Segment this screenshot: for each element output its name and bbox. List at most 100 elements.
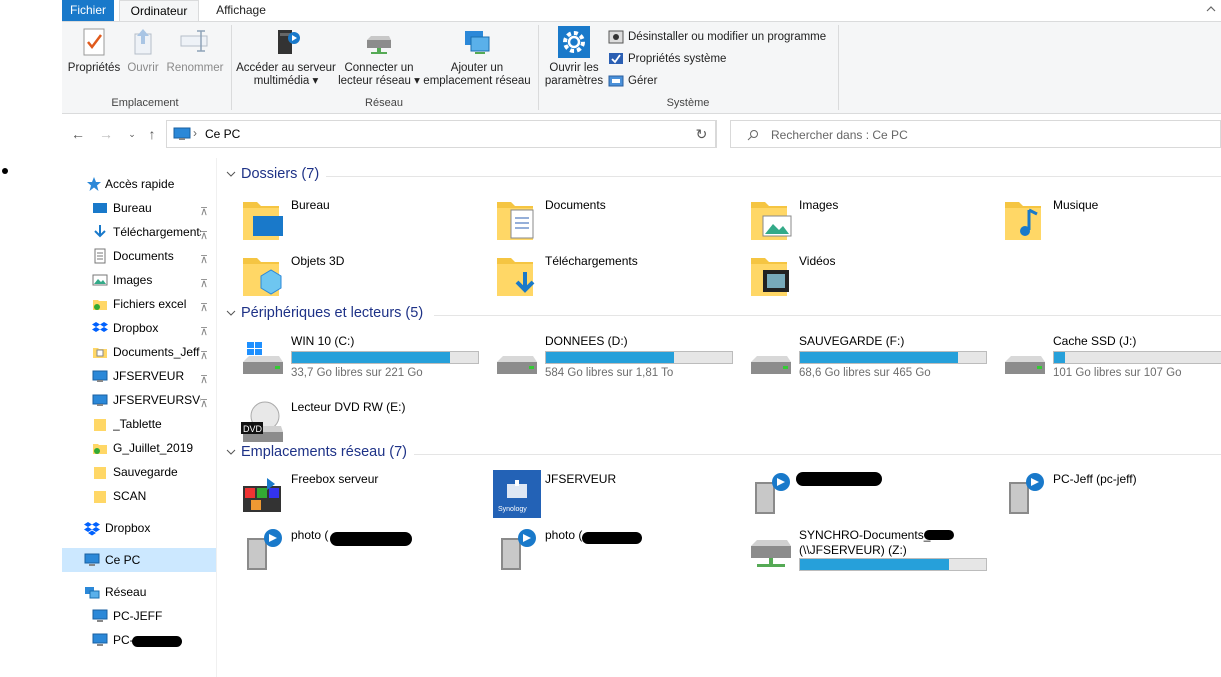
sidebar-item-bureau[interactable]: Bureau ⊼ bbox=[62, 196, 216, 220]
forward-arrow-icon[interactable]: → bbox=[96, 124, 116, 144]
folder-images[interactable]: Images bbox=[730, 194, 984, 246]
acceder-serveur-multimedia-button[interactable]: Accéder au serveur multimédia ▾ bbox=[236, 26, 336, 88]
sidebar-label: Accès rapide bbox=[105, 177, 175, 191]
group-label-reseau: Réseau bbox=[365, 97, 403, 109]
section-divider bbox=[326, 176, 1221, 177]
pin-icon[interactable]: ⊼ bbox=[200, 320, 212, 338]
free-space: 33,7 Go libres sur 221 Go bbox=[291, 367, 423, 379]
drive-donnees-d[interactable]: DONNEES (D:) 584 Go libres sur 1,81 To bbox=[476, 334, 733, 386]
network-item-synchro-documents[interactable]: SYNCHRO-Documents_ (\\JFSERVEUR) (Z:) bbox=[730, 524, 987, 576]
item-name: Images bbox=[799, 198, 839, 212]
pin-icon[interactable]: ⊼ bbox=[200, 200, 212, 218]
tab-affichage[interactable]: Affichage bbox=[206, 0, 276, 21]
pin-icon[interactable]: ⊼ bbox=[200, 392, 212, 410]
ajouter-label-2: emplacement réseau bbox=[423, 75, 531, 87]
sidebar-item-jfserveur[interactable]: JFSERVEUR ⊼ bbox=[62, 364, 216, 388]
desktop-folder-icon bbox=[243, 202, 283, 240]
section-header-emplacements[interactable]: Emplacements réseau (7) bbox=[222, 444, 1221, 464]
sidebar-item-fichiers-excel[interactable]: Fichiers excel ⊼ bbox=[62, 292, 216, 316]
free-space: 101 Go libres sur 107 Go bbox=[1053, 367, 1182, 379]
address-path[interactable]: Ce PC bbox=[205, 127, 240, 141]
tab-fichier[interactable]: Fichier bbox=[62, 0, 114, 21]
pin-icon[interactable]: ⊼ bbox=[200, 296, 212, 314]
network-item-jfserveur[interactable]: Synology JFSERVEUR bbox=[476, 468, 730, 520]
download-arrow-icon bbox=[94, 225, 106, 238]
sidebar-item--tablette[interactable]: _Tablette bbox=[62, 412, 216, 436]
pin-icon[interactable]: ⊼ bbox=[200, 368, 212, 386]
drive-sauvegarde-f[interactable]: SAUVEGARDE (F:) 68,6 Go libres sur 465 Go bbox=[730, 334, 987, 386]
network-item-photo-1[interactable]: photo ( bbox=[222, 524, 476, 576]
sidebar-item-dropbox[interactable]: Dropbox ⊼ bbox=[62, 316, 216, 340]
sidebar-item-scan[interactable]: SCAN bbox=[62, 484, 216, 508]
network-item-photo-2[interactable]: photo ( bbox=[476, 524, 730, 576]
sidebar-item-documents-jeff[interactable]: Documents_Jeff ⊼ bbox=[62, 340, 216, 364]
breadcrumb-chevron-icon[interactable]: › bbox=[193, 126, 197, 140]
gerer-button[interactable]: Gérer bbox=[608, 72, 657, 90]
acceder-label-2: multimédia ▾ bbox=[253, 75, 319, 87]
drive-win-10-c[interactable]: WIN 10 (C:) 33,7 Go libres sur 221 Go bbox=[222, 334, 479, 386]
pin-icon[interactable]: ⊼ bbox=[200, 248, 212, 266]
desinstaller-button[interactable]: Désinstaller ou modifier un programme bbox=[608, 28, 826, 46]
sidebar-item-reseau[interactable]: Réseau bbox=[62, 580, 216, 604]
item-name: photo ( bbox=[545, 528, 583, 542]
folder-musique[interactable]: Musique bbox=[984, 194, 1221, 246]
folder-vid-os[interactable]: Vidéos bbox=[730, 250, 984, 302]
network-computer-icon bbox=[1009, 473, 1044, 514]
proprietes-button[interactable]: Propriétés bbox=[66, 26, 122, 75]
sidebar-label: Dropbox bbox=[105, 521, 151, 535]
chevron-up-icon[interactable] bbox=[1205, 3, 1217, 15]
section-divider bbox=[414, 454, 1221, 455]
sidebar-item-documents[interactable]: Documents ⊼ bbox=[62, 244, 216, 268]
search-input[interactable]: Rechercher dans : Ce PC bbox=[730, 120, 1221, 148]
dropbox-icon bbox=[92, 322, 108, 332]
drive-cache-ssd-j[interactable]: Cache SSD (J:) 101 Go libres sur 107 Go bbox=[984, 334, 1221, 386]
section-header-dossiers[interactable]: Dossiers (7) bbox=[222, 166, 1221, 186]
sidebar-item-g-juillet-2019[interactable]: G_Juillet_2019 bbox=[62, 436, 216, 460]
sidebar-item-acces-rapide[interactable]: Accès rapide bbox=[62, 172, 216, 196]
up-arrow-icon[interactable]: ↑ bbox=[142, 124, 162, 144]
ouvrir-button[interactable]: Ouvrir bbox=[124, 26, 162, 75]
sidebar-item-sauvegarde[interactable]: Sauvegarde bbox=[62, 460, 216, 484]
redaction-mark bbox=[582, 532, 642, 544]
section-header-peripheriques[interactable]: Périphériques et lecteurs (5) bbox=[222, 305, 1221, 325]
folder-objets-3d[interactable]: Objets 3D bbox=[222, 250, 476, 302]
pin-icon[interactable]: ⊼ bbox=[200, 344, 212, 362]
sidebar-item-dropbox[interactable]: Dropbox bbox=[62, 516, 216, 540]
sidebar-item-t-l-chargements[interactable]: Téléchargements ⊼ bbox=[62, 220, 216, 244]
drive-lecteur-dvd-rw-e[interactable]: DVD Lecteur DVD RW (E:) bbox=[222, 396, 476, 448]
folder-icon bbox=[94, 467, 106, 479]
content-pane: Dossiers (7) Bureau Documents Images Musiqu… bbox=[222, 158, 1221, 677]
sidebar-item-pc-jeff[interactable]: PC-JEFF bbox=[62, 604, 216, 628]
computer-icon bbox=[84, 553, 100, 566]
proprietes-systeme-button[interactable]: Propriétés système bbox=[608, 50, 726, 68]
network-drive-icon bbox=[92, 394, 108, 406]
manage-icon bbox=[608, 75, 624, 87]
item-name: JFSERVEUR bbox=[545, 472, 617, 486]
network-item-redacted[interactable] bbox=[730, 468, 984, 520]
ribbon-separator bbox=[231, 25, 232, 110]
pin-icon[interactable]: ⊼ bbox=[200, 224, 212, 242]
address-bar[interactable]: › Ce PC ⌄ bbox=[166, 120, 779, 148]
folder-documents[interactable]: Documents bbox=[476, 194, 730, 246]
sidebar-item-jfserveursvg[interactable]: JFSERVEURSVG ⊼ bbox=[62, 388, 216, 412]
sidebar-item-pc-redacted[interactable]: PC- bbox=[62, 628, 216, 652]
back-arrow-icon[interactable]: ← bbox=[68, 124, 88, 144]
network-item-pc-jeff[interactable]: PC-Jeff (pc-jeff) bbox=[984, 468, 1221, 520]
connecter-lecteur-reseau-button[interactable]: Connecter un lecteur réseau ▾ bbox=[336, 26, 422, 88]
recent-chevron-down-icon[interactable]: ⌄ bbox=[122, 124, 142, 144]
ouvrir-parametres-button[interactable]: Ouvrir les paramètres bbox=[542, 26, 606, 88]
renommer-button[interactable]: Renommer bbox=[166, 26, 224, 75]
pin-icon[interactable]: ⊼ bbox=[200, 272, 212, 290]
folder-bureau[interactable]: Bureau bbox=[222, 194, 476, 246]
computer-icon bbox=[92, 633, 108, 646]
capacity-fill bbox=[546, 352, 675, 363]
ajouter-emplacement-reseau-button[interactable]: Ajouter un emplacement réseau bbox=[422, 26, 532, 88]
sidebar-label: SCAN bbox=[113, 489, 147, 503]
sidebar-item-ce-pc[interactable]: Ce PC bbox=[62, 548, 216, 572]
refresh-icon[interactable]: ↻ bbox=[687, 120, 717, 148]
sidebar-item-images[interactable]: Images ⊼ bbox=[62, 268, 216, 292]
network-item-freebox[interactable]: Freebox serveur bbox=[222, 468, 476, 520]
capacity-bar bbox=[291, 351, 479, 364]
folder-t-l-chargements[interactable]: Téléchargements bbox=[476, 250, 730, 302]
tab-ordinateur[interactable]: Ordinateur bbox=[119, 0, 199, 22]
